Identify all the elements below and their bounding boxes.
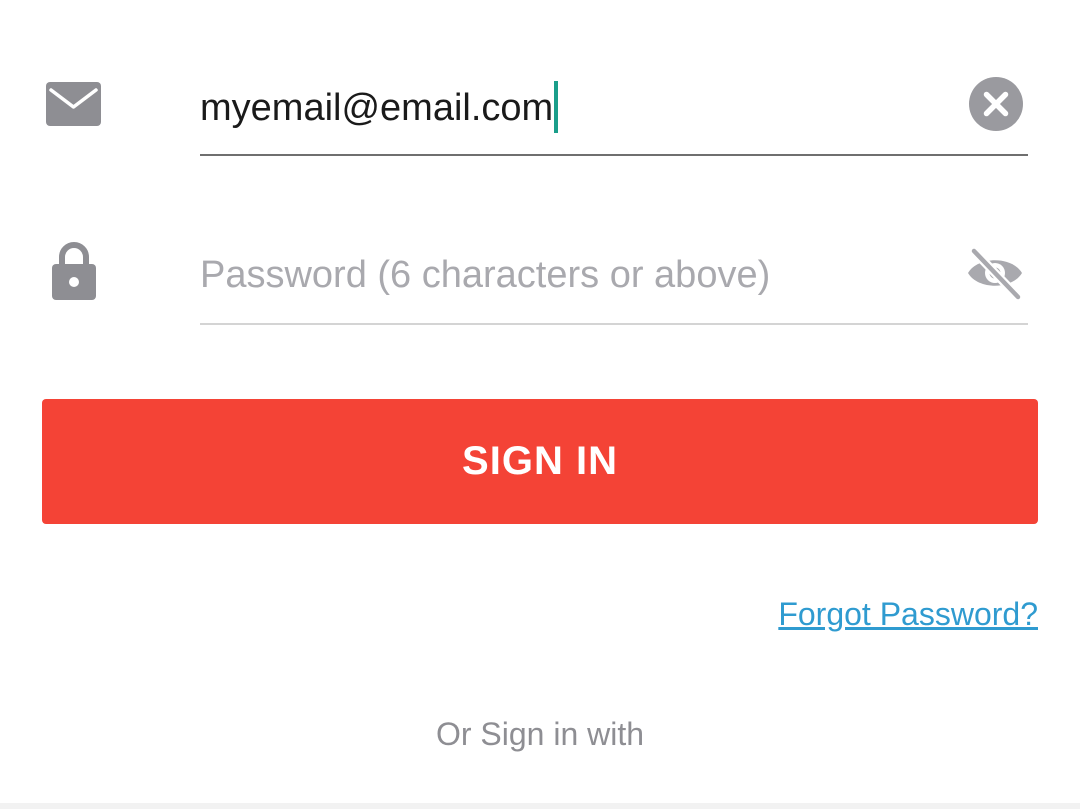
clear-circle-x-icon[interactable] (969, 77, 1023, 131)
eye-off-icon[interactable] (965, 246, 1025, 300)
password-field[interactable]: Password (6 characters or above) (200, 240, 1028, 328)
sign-in-form: myemail@email.com Password (6 characters… (0, 0, 1080, 809)
email-field[interactable]: myemail@email.com (200, 70, 1028, 158)
email-input[interactable]: myemail@email.com (200, 87, 553, 129)
bottom-divider (0, 803, 1080, 809)
forgot-password-link[interactable]: Forgot Password? (778, 594, 1038, 634)
sign-in-button[interactable]: SIGN IN (42, 399, 1038, 524)
alternate-sign-in-label: Or Sign in with (435, 716, 645, 752)
password-underline (200, 323, 1028, 325)
password-input[interactable]: Password (6 characters or above) (200, 253, 770, 297)
lock-icon (52, 242, 96, 300)
email-underline (200, 154, 1028, 156)
sign-in-button-label: SIGN IN (462, 439, 618, 483)
text-caret (554, 80, 559, 133)
envelope-icon (46, 82, 101, 126)
